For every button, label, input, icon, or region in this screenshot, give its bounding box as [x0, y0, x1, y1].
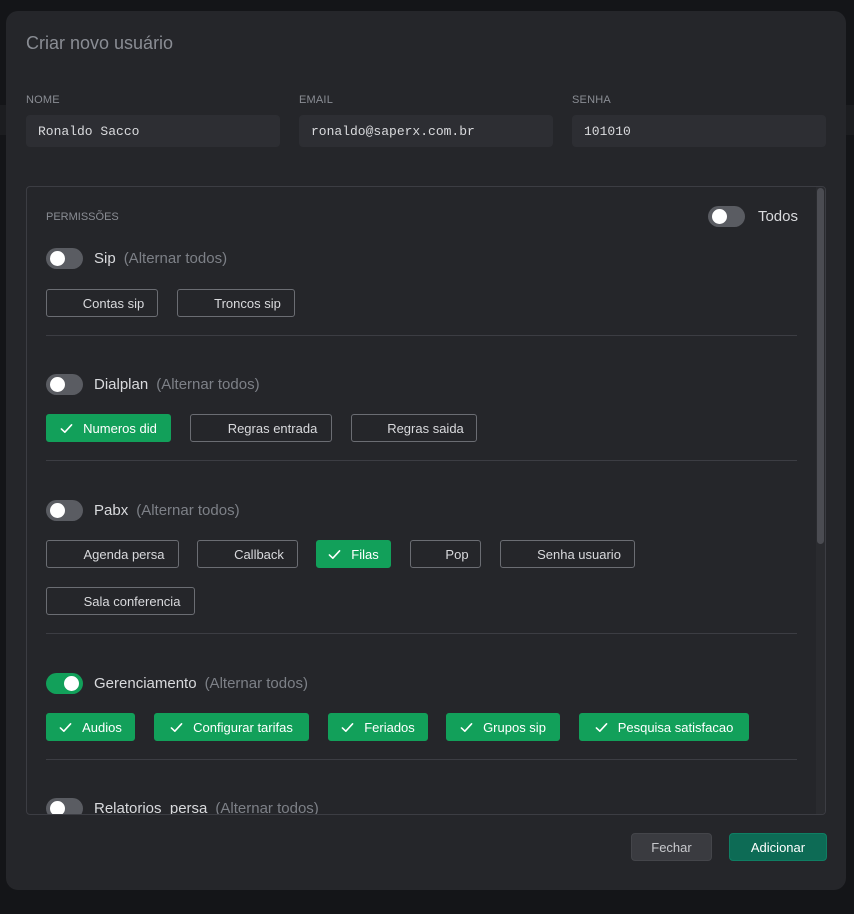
section-head: Sip (Alternar todos): [46, 248, 797, 269]
check-icon: [328, 549, 341, 559]
name-field: NOME: [26, 94, 280, 147]
relatorios-persa-toggle[interactable]: [46, 798, 83, 814]
toggle-knob: [50, 503, 65, 518]
gerenciamento-toggle[interactable]: [46, 673, 83, 694]
chip-sala-conferencia[interactable]: Sala conferencia: [46, 587, 195, 615]
divider: [46, 759, 797, 760]
password-field: SENHA: [572, 94, 826, 147]
chip-configurar-tarifas[interactable]: Configurar tarifas: [154, 713, 309, 741]
chip-senha-usuario[interactable]: Senha usuario: [500, 540, 635, 568]
chip-label: Regras saida: [387, 420, 464, 436]
chip-label: Filas: [351, 546, 379, 562]
divider: [46, 335, 797, 336]
toggle-all-link[interactable]: (Alternar todos): [124, 250, 227, 267]
chip-label: Agenda persa: [83, 546, 165, 562]
chip-label: Senha usuario: [537, 546, 621, 562]
toggle-all-link[interactable]: (Alternar todos): [136, 502, 239, 519]
scrollbar-thumb[interactable]: [817, 188, 824, 544]
password-input[interactable]: [572, 115, 826, 147]
chip-callback[interactable]: Callback: [197, 540, 298, 568]
chip-regras-saida[interactable]: Regras saida: [351, 414, 477, 442]
section-head: Dialplan (Alternar todos): [46, 374, 797, 395]
chip-label: Audios: [82, 719, 122, 735]
toggle-all-link[interactable]: (Alternar todos): [205, 675, 308, 692]
name-label: NOME: [26, 94, 60, 106]
chip-filas[interactable]: Filas: [316, 540, 391, 568]
chip-label: Grupos sip: [483, 719, 546, 735]
section-sip: Sip (Alternar todos) Contas sip Troncos …: [46, 248, 797, 317]
chip-grupos-sip[interactable]: Grupos sip: [446, 713, 560, 741]
scrollbar[interactable]: [816, 187, 825, 814]
toggle-all-link[interactable]: (Alternar todos): [156, 376, 259, 393]
section-pabx: Pabx (Alternar todos) Agenda persa Callb…: [46, 500, 797, 615]
check-icon: [595, 722, 608, 732]
chip-label: Pop: [445, 546, 469, 562]
chip-label: Pesquisa satisfacao: [617, 719, 734, 735]
create-user-modal: Criar novo usuário NOME EMAIL SENHA PERM…: [6, 11, 846, 890]
section-name: Pabx: [94, 502, 129, 519]
chip-label: Regras entrada: [227, 420, 318, 436]
chip-label: Callback: [234, 546, 284, 562]
permissions-header: PERMISSÕES: [46, 211, 119, 223]
toggle-knob: [711, 209, 727, 224]
close-button[interactable]: Fechar: [631, 833, 712, 861]
all-toggle-group: Todos: [707, 206, 798, 227]
password-label: SENHA: [572, 94, 611, 106]
email-label: EMAIL: [299, 94, 334, 106]
check-icon: [170, 722, 183, 732]
chip-pesquisa-satisfacao[interactable]: Pesquisa satisfacao: [579, 713, 749, 741]
section-name: Relatorios_persa: [94, 800, 208, 815]
email-field: EMAIL: [299, 94, 553, 147]
section-head: Gerenciamento (Alternar todos): [46, 673, 797, 694]
section-relatorios-persa: Relatorios_persa (Alternar todos): [46, 798, 797, 815]
toggle-knob: [50, 801, 65, 814]
check-icon: [460, 722, 473, 732]
toggle-knob: [50, 377, 65, 392]
modal-title: Criar novo usuário: [26, 33, 174, 53]
pabx-toggle[interactable]: [46, 500, 83, 521]
toggle-knob: [64, 676, 79, 691]
chip-pop[interactable]: Pop: [410, 540, 481, 568]
section-dialplan: Dialplan (Alternar todos) Numeros did Re…: [46, 374, 797, 442]
check-icon: [60, 423, 73, 433]
name-input[interactable]: [26, 115, 280, 147]
chip-label: Numeros did: [83, 420, 157, 436]
chip-numeros-did[interactable]: Numeros did: [46, 414, 171, 442]
all-toggle[interactable]: [707, 206, 745, 227]
section-head: Pabx (Alternar todos): [46, 500, 797, 521]
sip-toggle[interactable]: [46, 248, 83, 269]
toggle-all-link[interactable]: (Alternar todos): [215, 800, 318, 814]
all-label: Todos: [757, 208, 798, 225]
divider: [46, 460, 797, 461]
add-button[interactable]: Adicionar: [729, 833, 827, 861]
chip-feriados[interactable]: Feriados: [328, 713, 428, 741]
chip-contas-sip[interactable]: Contas sip: [46, 289, 158, 317]
divider: [46, 633, 797, 634]
check-icon: [341, 722, 354, 732]
permissions-panel[interactable]: PERMISSÕES Todos Sip (Alternar todos) Co…: [26, 186, 826, 815]
chip-label: Contas sip: [82, 295, 145, 311]
chip-label: Troncos sip: [214, 295, 281, 311]
chip-troncos-sip[interactable]: Troncos sip: [177, 289, 295, 317]
chip-label: Configurar tarifas: [193, 719, 293, 735]
dialplan-toggle[interactable]: [46, 374, 83, 395]
check-icon: [59, 722, 72, 732]
section-name: Dialplan: [94, 376, 149, 393]
section-name: Gerenciamento: [94, 675, 197, 692]
chip-audios[interactable]: Audios: [46, 713, 135, 741]
email-input[interactable]: [299, 115, 553, 147]
chip-regras-entrada[interactable]: Regras entrada: [190, 414, 332, 442]
toggle-knob: [50, 251, 65, 266]
chip-label: Sala conferencia: [83, 593, 181, 609]
section-head: Relatorios_persa (Alternar todos): [46, 798, 797, 815]
chip-agenda-persa[interactable]: Agenda persa: [46, 540, 179, 568]
section-name: Sip: [94, 250, 116, 267]
chip-label: Feriados: [364, 719, 415, 735]
section-gerenciamento: Gerenciamento (Alternar todos) Audios Co…: [46, 673, 797, 741]
